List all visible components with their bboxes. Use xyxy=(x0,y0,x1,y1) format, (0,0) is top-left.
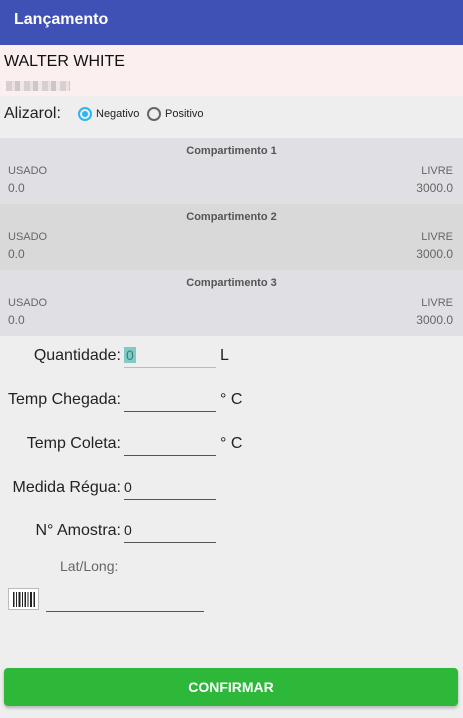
compartment-title: Compartimento 2 xyxy=(186,211,277,223)
alizarol-row: Alizarol: Negativo Positivo xyxy=(0,96,463,138)
client-header: WALTER WHITE xyxy=(0,45,463,96)
amostra-value: 0 xyxy=(124,522,132,538)
radio-negativo[interactable]: Negativo xyxy=(78,104,139,124)
compartment-title: Compartimento 1 xyxy=(186,145,277,157)
used-value: 0.0 xyxy=(8,181,25,195)
medida-regua-value: 0 xyxy=(124,479,132,495)
client-detail-blurred xyxy=(6,81,70,91)
compartment-2: Compartimento 2 USADO 0.0 LIVRE 3000.0 xyxy=(0,204,463,270)
radio-positivo-label: Positivo xyxy=(165,108,204,120)
free-value: 3000.0 xyxy=(416,247,453,261)
radio-positivo[interactable]: Positivo xyxy=(147,104,204,124)
radio-unchecked-icon xyxy=(147,107,161,121)
quantidade-unit: L xyxy=(220,347,229,364)
free-label: LIVRE xyxy=(421,297,453,309)
free-label: LIVRE xyxy=(421,165,453,177)
temp-chegada-label: Temp Chegada: xyxy=(8,391,121,408)
free-value: 3000.0 xyxy=(416,181,453,195)
temp-coleta-input[interactable] xyxy=(124,435,216,456)
used-value: 0.0 xyxy=(8,313,25,327)
used-label: USADO xyxy=(8,231,48,243)
amostra-label: N° Amostra: xyxy=(35,522,121,539)
used-label: USADO xyxy=(8,165,48,177)
barcode-input[interactable] xyxy=(46,590,204,612)
latlong-label: Lat/Long: xyxy=(60,558,119,574)
temp-coleta-unit: ° C xyxy=(220,435,243,452)
compartment-title: Compartimento 3 xyxy=(186,277,277,289)
amostra-input[interactable]: 0 xyxy=(124,522,216,543)
page-title: Lançamento xyxy=(14,11,109,28)
radio-checked-icon xyxy=(78,107,92,121)
alizarol-label: Alizarol: xyxy=(4,105,61,122)
quantidade-label: Quantidade: xyxy=(33,347,121,364)
medida-regua-label: Medida Régua: xyxy=(12,479,121,496)
free-label: LIVRE xyxy=(421,231,453,243)
barcode-scan-button[interactable] xyxy=(8,588,39,610)
confirm-button[interactable]: CONFIRMAR xyxy=(4,668,458,706)
used-value: 0.0 xyxy=(8,247,25,261)
radio-negativo-label: Negativo xyxy=(96,108,140,120)
client-name: WALTER WHITE xyxy=(4,53,125,70)
app-bar: Lançamento xyxy=(0,0,463,45)
quantidade-value: 0 xyxy=(124,347,136,363)
medida-regua-input[interactable]: 0 xyxy=(124,479,216,500)
used-label: USADO xyxy=(8,297,48,309)
compartment-3: Compartimento 3 USADO 0.0 LIVRE 3000.0 xyxy=(0,270,463,336)
temp-chegada-input[interactable] xyxy=(124,391,216,412)
quantidade-input[interactable]: 0 xyxy=(124,347,216,368)
temp-coleta-label: Temp Coleta: xyxy=(26,435,121,452)
compartment-1: Compartimento 1 USADO 0.0 LIVRE 3000.0 xyxy=(0,138,463,204)
free-value: 3000.0 xyxy=(416,313,453,327)
temp-chegada-unit: ° C xyxy=(220,391,243,408)
barcode-icon xyxy=(13,592,35,607)
